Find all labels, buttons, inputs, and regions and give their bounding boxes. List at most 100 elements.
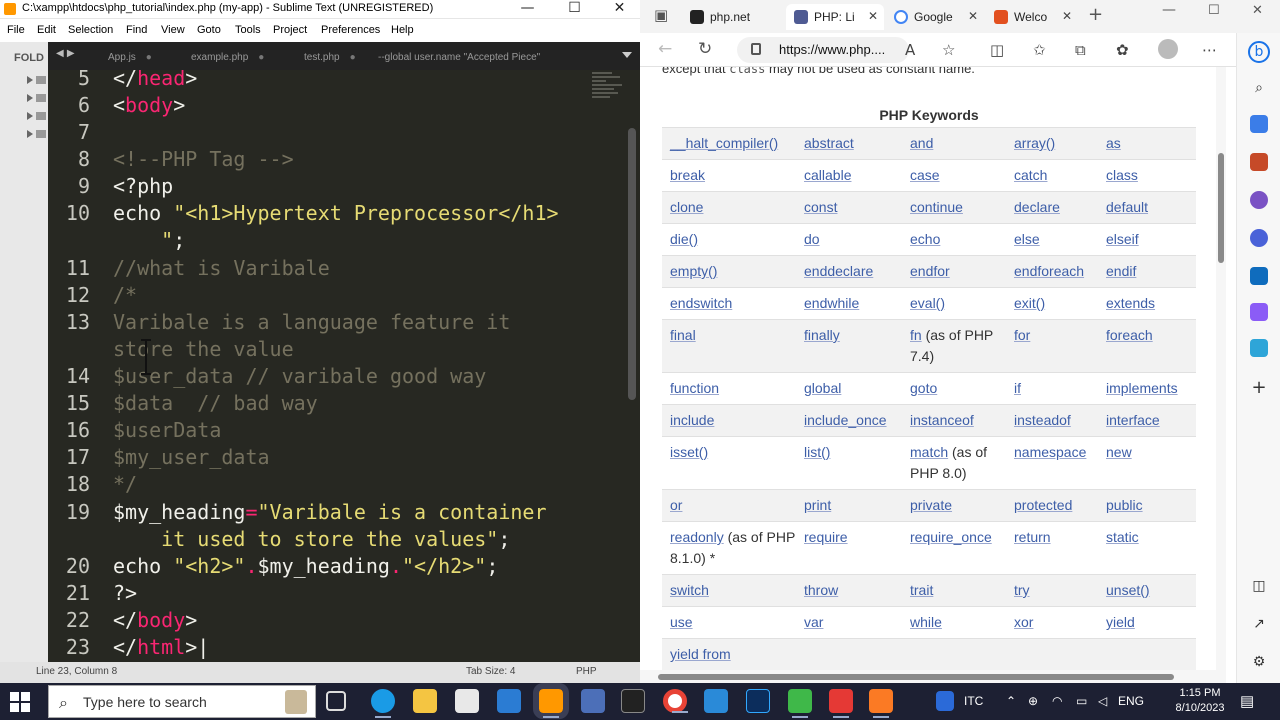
keyword-link[interactable]: insteadof <box>1014 412 1071 428</box>
keyword-link[interactable]: and <box>910 135 933 151</box>
close-window-icon[interactable]: ✕ <box>1252 3 1263 18</box>
keyword-link[interactable]: empty() <box>670 263 717 279</box>
keyword-link[interactable]: list() <box>804 444 830 460</box>
keyword-link[interactable]: exit() <box>1014 295 1045 311</box>
wifi-icon[interactable]: ◠ <box>1052 694 1062 708</box>
code-line[interactable]: </html>| <box>113 635 209 659</box>
code-line[interactable]: */ <box>113 472 137 496</box>
keyword-link[interactable]: include_once <box>804 412 887 428</box>
search-icon[interactable]: ⌕ <box>1250 79 1268 97</box>
tray-apps-icon[interactable]: ⊕ <box>1028 694 1038 708</box>
new-tab-icon[interactable]: + <box>1088 4 1103 25</box>
keyword-link[interactable]: if <box>1014 380 1021 396</box>
keyword-link[interactable]: eval() <box>910 295 945 311</box>
close-tab-icon[interactable]: ✕ <box>968 9 978 23</box>
keyword-link[interactable]: use <box>670 614 693 630</box>
sublime-taskbar-icon[interactable] <box>533 683 569 719</box>
address-bar[interactable]: https://www.php.... <box>737 37 909 63</box>
green-app-icon[interactable] <box>788 689 812 718</box>
menu-goto[interactable]: Goto <box>197 24 221 36</box>
scroll-thumb[interactable] <box>658 674 1174 680</box>
keyword-link[interactable]: throw <box>804 582 838 598</box>
xampp-shield-icon[interactable] <box>581 689 605 713</box>
vscode-icon[interactable] <box>704 689 728 713</box>
browser-tab-php-net[interactable]: php.net <box>682 4 782 30</box>
keyword-link[interactable]: array() <box>1014 135 1055 151</box>
maximize-icon[interactable]: ☐ <box>1208 3 1220 18</box>
read-aloud-icon[interactable]: A <box>905 41 915 59</box>
tools-toolbox-icon[interactable] <box>1250 153 1268 171</box>
code-line[interactable]: /* <box>113 283 137 307</box>
code-line[interactable]: </body> <box>113 608 197 632</box>
keyword-link[interactable]: match <box>910 444 948 460</box>
red-app-icon[interactable] <box>829 689 853 718</box>
chrome-icon[interactable] <box>663 689 688 713</box>
mail-icon[interactable] <box>497 689 521 713</box>
menu-edit[interactable]: Edit <box>37 24 56 36</box>
keyword-link[interactable]: try <box>1014 582 1030 598</box>
keyword-link[interactable]: final <box>670 327 696 343</box>
keyword-link[interactable]: const <box>804 199 837 215</box>
keyword-link[interactable]: for <box>1014 327 1030 343</box>
keyword-link[interactable]: require_once <box>910 529 992 545</box>
code-editor[interactable]: 5 6 7 8 9 10 11 12 13 14 15 16 17 18 19 … <box>48 70 640 662</box>
keyword-link[interactable]: foreach <box>1106 327 1153 343</box>
designer-icon[interactable] <box>1250 303 1268 321</box>
keyword-link[interactable]: abstract <box>804 135 854 151</box>
page-vertical-scrollbar[interactable] <box>1216 67 1226 670</box>
tab-test-php[interactable]: test.php ● <box>304 46 356 70</box>
close-tab-icon[interactable]: ✕ <box>1062 9 1072 23</box>
keyword-link[interactable]: goto <box>910 380 937 396</box>
keyword-link[interactable]: while <box>910 614 942 630</box>
tab-scroll-arrows-icon[interactable]: ◀ ▶ <box>56 48 75 59</box>
keyword-link[interactable]: global <box>804 380 841 396</box>
code-line[interactable]: <!--PHP Tag --> <box>113 147 294 171</box>
games-icon[interactable] <box>1250 191 1268 209</box>
keyword-link[interactable]: continue <box>910 199 963 215</box>
tab-actions-icon[interactable]: ▣ <box>654 6 668 24</box>
close-tab-icon[interactable]: ● <box>350 52 356 63</box>
keyword-link[interactable]: var <box>804 614 823 630</box>
code-line[interactable]: ?> <box>113 581 137 605</box>
windows-start-icon[interactable] <box>10 692 30 712</box>
code-line[interactable]: echo "<h2>".$my_heading."</h2>"; <box>113 554 498 578</box>
keyword-link[interactable]: interface <box>1106 412 1160 428</box>
tab-example-php[interactable]: example.php ● <box>191 46 264 70</box>
microsoft-365-icon[interactable] <box>1250 229 1268 247</box>
keyword-link[interactable]: else <box>1014 231 1040 247</box>
code-line[interactable]: Varibale is a language feature it <box>113 310 510 334</box>
browser-tab-welcome[interactable]: Welco ✕ <box>986 4 1078 30</box>
keyword-link[interactable]: function <box>670 380 719 396</box>
keyword-link[interactable]: enddeclare <box>804 263 873 279</box>
keyword-link[interactable]: clone <box>670 199 703 215</box>
keyword-link[interactable]: endforeach <box>1014 263 1084 279</box>
collections-icon[interactable]: ⧉ <box>1075 41 1086 59</box>
syntax-mode[interactable]: PHP <box>576 666 597 677</box>
keyword-link[interactable]: endwhile <box>804 295 859 311</box>
code-line[interactable]: <?php <box>113 174 173 198</box>
browser-tab-php-list[interactable]: PHP: Li ✕ <box>786 4 884 30</box>
split-screen-icon[interactable]: ◫ <box>990 41 1004 59</box>
keyword-link[interactable]: trait <box>910 582 933 598</box>
menu-preferences[interactable]: Preferences <box>321 24 380 36</box>
expand-arrow-icon[interactable] <box>27 130 33 138</box>
code-line[interactable]: "; <box>113 228 185 252</box>
keyword-link[interactable]: or <box>670 497 682 513</box>
scroll-thumb[interactable] <box>1218 153 1224 263</box>
photoshop-icon[interactable] <box>746 689 770 713</box>
tab-global-user-name[interactable]: --global user.name "Accepted Piece" <box>378 46 540 70</box>
xampp-control-icon[interactable] <box>869 689 893 718</box>
browser-tab-google[interactable]: Google ✕ <box>886 4 984 30</box>
keyword-link[interactable]: require <box>804 529 848 545</box>
code-line[interactable]: it used to store the values"; <box>113 527 510 551</box>
taskbar-search-box[interactable]: ⌕ Type here to search <box>48 685 316 718</box>
favorites-icon[interactable]: ✩ <box>1033 41 1046 59</box>
shopping-tag-icon[interactable] <box>1250 115 1268 133</box>
hide-sidebar-icon[interactable]: ◫ <box>1250 577 1268 595</box>
menu-tools[interactable]: Tools <box>235 24 261 36</box>
keyword-link[interactable]: implements <box>1106 380 1178 396</box>
keyword-link[interactable]: callable <box>804 167 851 183</box>
back-icon[interactable]: ← <box>658 39 672 59</box>
keyword-link[interactable]: fn <box>910 327 922 343</box>
profile-avatar-icon[interactable] <box>1158 39 1178 59</box>
